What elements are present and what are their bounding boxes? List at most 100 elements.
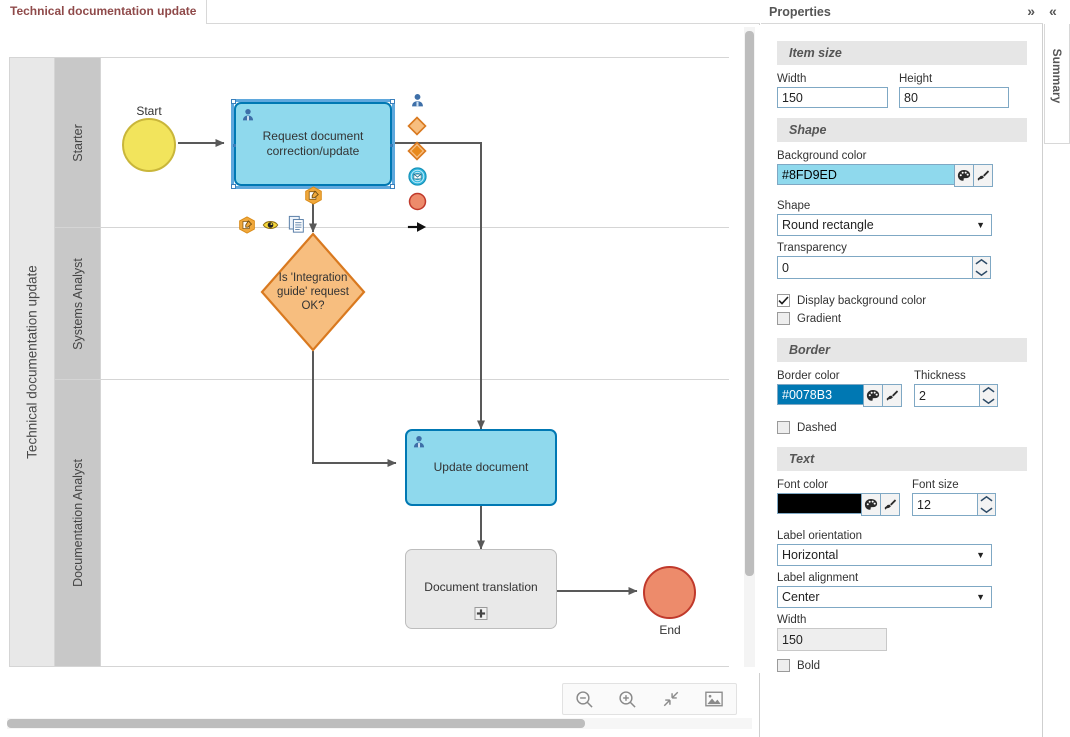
fit-to-screen-icon xyxy=(663,691,678,707)
form-badge-icon-secondary[interactable] xyxy=(238,216,256,234)
label-orientation-select[interactable]: Horizontal ▼ xyxy=(777,544,992,566)
label-orientation-value: Horizontal xyxy=(782,548,839,562)
font-color-value[interactable] xyxy=(777,493,862,514)
summary-collapse-icon[interactable]: « xyxy=(1049,3,1057,19)
task-update-document[interactable]: Update document xyxy=(405,429,557,506)
lane-body-systems-analyst xyxy=(101,228,729,379)
diagram-canvas[interactable]: Technical documentation update Starter S… xyxy=(0,25,760,673)
start-event-node[interactable] xyxy=(122,118,176,172)
task-request-document-correction-update[interactable]: Request document correction/update xyxy=(234,102,392,186)
brush-icon-border xyxy=(886,389,899,401)
task-document-translation[interactable]: Document translation xyxy=(405,549,557,629)
background-color-value[interactable]: #8FD9ED xyxy=(777,164,955,185)
field-gradient[interactable]: Gradient xyxy=(777,312,1027,325)
spinner-up-icon-thickness[interactable] xyxy=(982,386,995,394)
spinner-up-icon[interactable] xyxy=(975,258,988,266)
spinner-up-icon-fontsize[interactable] xyxy=(980,495,993,503)
bold-checkbox[interactable] xyxy=(777,659,790,672)
field-dashed[interactable]: Dashed xyxy=(777,421,1027,434)
fit-to-screen-button[interactable] xyxy=(649,684,692,714)
field-text-width: Width xyxy=(777,614,1027,651)
spinner-down-icon-fontsize[interactable] xyxy=(980,506,993,514)
lane-label-documentation-analyst: Documentation Analyst xyxy=(70,459,85,587)
palette-user-task-tool[interactable] xyxy=(405,88,429,113)
section-item-size-label: Item size xyxy=(789,46,842,60)
check-icon xyxy=(778,296,789,305)
background-color-brush-button[interactable] xyxy=(973,164,993,187)
canvas-horizontal-scroll-thumb[interactable] xyxy=(7,719,585,728)
zoom-in-icon xyxy=(619,690,636,708)
chevron-down-icon-alignment: ▼ xyxy=(976,592,985,602)
field-display-background-color[interactable]: Display background color xyxy=(777,294,1027,307)
zoom-out-button[interactable] xyxy=(563,684,606,714)
lane-documentation-analyst[interactable]: Documentation Analyst xyxy=(55,380,729,666)
spinner-down-icon[interactable] xyxy=(975,269,988,277)
zoom-in-button[interactable] xyxy=(606,684,649,714)
field-border-color: Border color #0078B3 xyxy=(777,370,902,414)
palette-sequence-flow-tool[interactable] xyxy=(405,214,429,239)
font-color-brush-button[interactable] xyxy=(880,493,900,516)
canvas-vertical-scrollbar[interactable] xyxy=(744,27,755,667)
display-background-color-label: Display background color xyxy=(797,294,927,307)
display-background-color-checkbox[interactable] xyxy=(777,294,790,307)
lane-label-starter: Starter xyxy=(70,123,85,162)
summary-tab[interactable]: Summary xyxy=(1044,24,1070,144)
shape-type-select[interactable]: Round rectangle ▼ xyxy=(777,214,992,236)
gateway-integration-guide-request-ok[interactable]: Is 'Integration guide' request OK? xyxy=(260,232,366,352)
shape-type-label: Shape xyxy=(777,200,811,212)
transparency-spinner[interactable] xyxy=(972,256,991,279)
text-width-label: Width xyxy=(777,614,807,626)
border-color-brush-button[interactable] xyxy=(882,384,902,407)
field-bold[interactable]: Bold xyxy=(777,659,1027,672)
lane-systems-analyst[interactable]: Systems Analyst xyxy=(55,228,729,380)
form-badge-icon[interactable] xyxy=(304,186,323,205)
field-item-width: Width xyxy=(777,73,888,108)
border-thickness-input[interactable] xyxy=(914,384,980,407)
gradient-checkbox[interactable] xyxy=(777,312,790,325)
font-size-input[interactable] xyxy=(912,493,978,516)
transparency-input[interactable] xyxy=(777,256,973,279)
font-size-spinner[interactable] xyxy=(977,493,996,516)
palette-gateway-tool[interactable] xyxy=(405,113,429,138)
label-alignment-select[interactable]: Center ▼ xyxy=(777,586,992,608)
palette-end-event-tool[interactable] xyxy=(405,189,429,214)
spinner-down-icon-thickness[interactable] xyxy=(982,397,995,405)
border-color-value[interactable]: #0078B3 xyxy=(777,384,864,405)
end-event-node[interactable] xyxy=(643,566,696,619)
text-width-input[interactable] xyxy=(777,628,887,651)
field-background-color: Background color #8FD9ED xyxy=(777,150,1027,194)
canvas-vertical-scroll-thumb[interactable] xyxy=(745,31,754,576)
background-color-palette-button[interactable] xyxy=(954,164,974,187)
expand-subprocess-icon[interactable] xyxy=(474,607,488,620)
export-image-button[interactable] xyxy=(692,684,735,714)
zoom-out-icon xyxy=(576,690,593,708)
field-border-thickness: Thickness xyxy=(914,370,998,414)
eye-badge-icon[interactable] xyxy=(262,217,279,233)
item-height-input[interactable] xyxy=(899,87,1009,108)
complex-gateway-tool-icon xyxy=(407,140,427,161)
item-width-input[interactable] xyxy=(777,87,888,108)
message-event-tool-icon xyxy=(407,166,427,186)
border-color-palette-button[interactable] xyxy=(863,384,883,407)
palette-complex-gateway-tool[interactable] xyxy=(405,138,429,163)
user-task-icon xyxy=(242,108,254,121)
label-alignment-label: Label alignment xyxy=(777,572,859,584)
properties-header: Properties » xyxy=(761,0,1043,24)
field-item-height: Height xyxy=(899,73,1009,108)
gradient-label: Gradient xyxy=(797,312,842,325)
dashed-checkbox[interactable] xyxy=(777,421,790,434)
palette-icon xyxy=(957,169,971,181)
palette-icon-font xyxy=(864,498,878,510)
palette-message-event-tool[interactable] xyxy=(405,163,429,189)
tab-technical-documentation-update[interactable]: Technical documentation update xyxy=(0,0,208,24)
font-color-palette-button[interactable] xyxy=(861,493,881,516)
bold-label: Bold xyxy=(797,659,821,672)
label-orientation-label: Label orientation xyxy=(777,530,863,542)
border-thickness-spinner[interactable] xyxy=(979,384,998,407)
properties-collapse-icon[interactable]: » xyxy=(1027,2,1035,20)
user-task-tool-icon xyxy=(411,94,423,107)
canvas-horizontal-scrollbar[interactable] xyxy=(7,718,752,729)
lane-label-systems-analyst: Systems Analyst xyxy=(70,257,85,350)
sequence-flow-tool-icon xyxy=(407,221,427,232)
field-transparency: Transparency xyxy=(777,242,1027,286)
